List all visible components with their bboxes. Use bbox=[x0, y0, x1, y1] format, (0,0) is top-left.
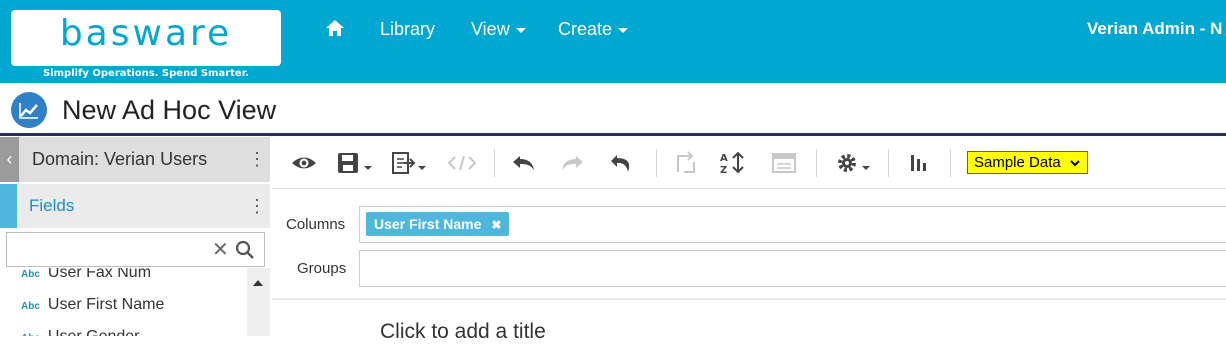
text-type-icon: Abc bbox=[21, 269, 40, 280]
svg-text:Z: Z bbox=[720, 165, 727, 176]
domain-menu-icon[interactable]: ⋮ bbox=[248, 137, 266, 182]
fields-menu-icon[interactable]: ⋮ bbox=[248, 184, 266, 228]
export-icon[interactable] bbox=[390, 150, 430, 176]
basware-logo[interactable]: basware bbox=[11, 10, 281, 66]
field-label: User Gender bbox=[48, 328, 140, 336]
columns-label: Columns bbox=[286, 216, 346, 233]
field-label: User Fax Num bbox=[47, 268, 152, 281]
chip-label: User First Name bbox=[374, 216, 482, 232]
collapse-panel-button[interactable]: ‹ bbox=[0, 137, 19, 182]
columns-drop-zone[interactable]: User First Name ✖ bbox=[359, 206, 1226, 243]
logo-wordmark: basware bbox=[59, 13, 233, 54]
title-divider bbox=[0, 133, 1226, 136]
sample-data-label: Sample Data bbox=[974, 154, 1061, 171]
text-type-icon: Abc bbox=[21, 301, 40, 312]
fields-label: Fields bbox=[29, 196, 75, 215]
remove-chip-icon[interactable]: ✖ bbox=[491, 218, 501, 232]
caret-down-icon bbox=[618, 27, 629, 33]
input-controls-icon[interactable] bbox=[770, 150, 798, 176]
caret-down-icon bbox=[515, 27, 526, 33]
domain-header: ‹ Domain: Verian Users ⋮ bbox=[0, 137, 270, 182]
scroll-up-icon[interactable] bbox=[253, 280, 263, 286]
gear-icon[interactable] bbox=[834, 150, 874, 176]
user-menu[interactable]: Verian Admin - N bbox=[1087, 0, 1222, 58]
sort-icon[interactable]: AZ bbox=[718, 150, 748, 176]
page-title: New Ad Hoc View bbox=[62, 95, 277, 125]
code-icon[interactable] bbox=[446, 150, 478, 176]
field-search-input[interactable]: ✕ bbox=[6, 232, 265, 267]
redo-icon[interactable] bbox=[558, 150, 586, 176]
groups-label: Groups bbox=[297, 260, 347, 277]
column-chip[interactable]: User First Name ✖ bbox=[366, 212, 510, 236]
search-icon[interactable] bbox=[235, 240, 255, 260]
undo-icon[interactable] bbox=[510, 150, 538, 176]
list-item[interactable]: Abc User Fax Num bbox=[21, 268, 151, 287]
nav-library[interactable]: Library bbox=[380, 0, 435, 58]
toolbar-divider bbox=[656, 149, 657, 177]
nav-create-menu[interactable]: Create bbox=[558, 0, 629, 58]
chevron-down-icon bbox=[1070, 160, 1080, 167]
field-label: User First Name bbox=[47, 296, 165, 313]
switch-group-icon[interactable] bbox=[672, 150, 700, 176]
clear-icon[interactable]: ✕ bbox=[212, 240, 229, 260]
toolbar-divider bbox=[888, 149, 889, 177]
designer-toolbar: AZ Sample Data bbox=[272, 137, 1226, 189]
toolbar-divider bbox=[494, 149, 495, 177]
eye-icon[interactable] bbox=[290, 150, 318, 176]
chart-line-icon bbox=[11, 92, 47, 128]
chart-bar-icon[interactable] bbox=[906, 150, 934, 176]
save-icon[interactable] bbox=[336, 150, 376, 176]
canvas-title-placeholder[interactable]: Click to add a title bbox=[380, 319, 546, 345]
nav-view-label: View bbox=[471, 19, 510, 39]
field-list: Abc User Fax Num Abc User First Name AbcUs… bbox=[0, 268, 270, 336]
list-item[interactable]: Abc User First Name bbox=[21, 291, 164, 319]
field-list-scrollbar[interactable] bbox=[247, 268, 270, 336]
fields-accent-bar bbox=[0, 184, 17, 228]
home-icon[interactable] bbox=[324, 0, 346, 58]
designer-area: AZ Sample Data Columns User First Name ✖ … bbox=[272, 137, 1226, 343]
toolbar-divider bbox=[950, 149, 951, 177]
fields-header: Fields ⋮ bbox=[0, 184, 270, 228]
logo-tagline: Simplify Operations. Spend Smarter. bbox=[11, 66, 281, 82]
domain-label: Domain: Verian Users bbox=[32, 149, 208, 169]
nav-create-label: Create bbox=[558, 19, 613, 39]
sample-data-select[interactable]: Sample Data bbox=[967, 151, 1088, 174]
toolbar-divider bbox=[816, 149, 817, 177]
undo-all-icon[interactable] bbox=[608, 150, 636, 176]
canvas-divider bbox=[272, 298, 1226, 300]
nav-view-menu[interactable]: View bbox=[471, 0, 526, 58]
list-item[interactable]: AbcUser Gender bbox=[21, 323, 140, 336]
groups-drop-zone[interactable] bbox=[359, 250, 1226, 287]
logo-tagline-text: Simplify Operations. Spend Smarter. bbox=[42, 68, 250, 79]
svg-text:A: A bbox=[720, 153, 728, 164]
